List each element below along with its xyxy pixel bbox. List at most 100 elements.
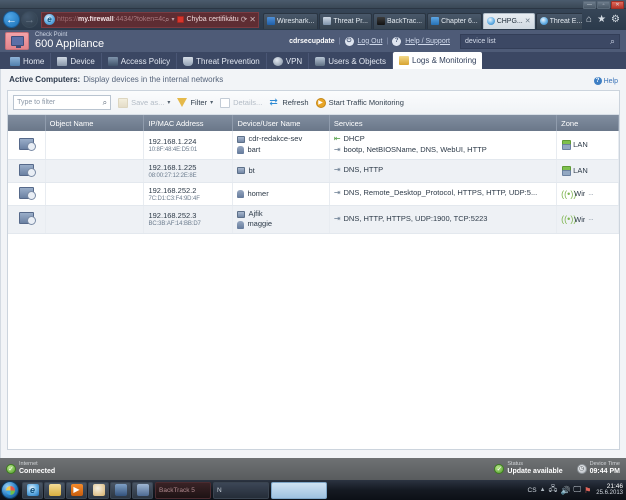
- browser-tab-chpg-active[interactable]: CHPG... ✕: [482, 12, 535, 29]
- status-internet[interactable]: ✓ Internet Connected: [6, 462, 55, 475]
- main-navigation-tabs: Home Device Access Policy Threat Prevent…: [0, 52, 626, 69]
- taskbar-window-backtrack[interactable]: BackTrack 5: [155, 481, 211, 499]
- column-header-icon[interactable]: [8, 115, 46, 131]
- show-hidden-icons-icon[interactable]: ▲: [540, 487, 546, 493]
- tab-label: Home: [23, 56, 45, 66]
- monitor-icon[interactable]: 🖵: [573, 485, 581, 495]
- maximize-button[interactable]: ▫: [597, 0, 610, 9]
- table-row[interactable]: 192.168.252.2 7C:D1:C3:F4:9D:4F homer ⇥ …: [8, 182, 619, 206]
- filter-button[interactable]: Filter ▾: [177, 98, 213, 107]
- refresh-icon[interactable]: ⟳: [241, 15, 248, 24]
- taskbar-clock[interactable]: 21:46 25.6.2013: [596, 483, 623, 497]
- user-entry: homer: [237, 189, 324, 200]
- wireless-icon: ((•)): [561, 188, 577, 199]
- tab-label: CHPG...: [496, 17, 523, 25]
- taskbar-paint[interactable]: [88, 481, 109, 499]
- status-device-time[interactable]: ◷ Device Time 09:44 PM: [576, 462, 620, 476]
- tab-users-objects[interactable]: Users & Objects: [309, 53, 393, 69]
- minimize-button[interactable]: —: [583, 0, 596, 9]
- start-traffic-monitoring-button[interactable]: ▶ Start Traffic Monitoring: [315, 97, 404, 108]
- tab-threat-prevention[interactable]: Threat Prevention: [177, 53, 267, 69]
- zone-value: ((•)) Wir ...: [561, 189, 614, 199]
- back-arrow-icon[interactable]: ←: [3, 11, 20, 28]
- close-icon[interactable]: ✕: [525, 17, 531, 25]
- column-header-object-name[interactable]: Object Name: [45, 115, 145, 131]
- gear-icon[interactable]: ⚙: [611, 14, 620, 25]
- favorites-star-icon[interactable]: ★: [597, 14, 606, 25]
- browser-tab-chapter6[interactable]: Chapter 6...: [427, 12, 482, 29]
- action-center-icon[interactable]: ⚑: [584, 486, 591, 495]
- taskbar-window-n[interactable]: N: [213, 481, 269, 499]
- stop-icon[interactable]: ✕: [249, 15, 256, 24]
- tab-device[interactable]: Device: [51, 53, 102, 69]
- help-support-link[interactable]: Help / Support: [405, 38, 450, 45]
- taskbar-internet-explorer[interactable]: e: [22, 481, 43, 499]
- inbound-arrow-icon: ⇤: [333, 134, 341, 143]
- taskbar-media-player[interactable]: ▶: [66, 481, 87, 499]
- taskbar-windows-explorer[interactable]: [44, 481, 65, 499]
- language-indicator[interactable]: CS: [528, 487, 537, 494]
- tab-home[interactable]: Home: [4, 53, 52, 69]
- windows-logo-icon: [5, 485, 15, 495]
- certificate-error-badge[interactable]: Chyba certifikátu: [177, 16, 239, 23]
- taskbar-window-active[interactable]: [271, 481, 327, 499]
- taskbar-virtualbox[interactable]: [110, 481, 131, 499]
- row-icon-cell: [8, 131, 46, 160]
- computer-info-icon: [18, 212, 36, 226]
- tab-label: Access Policy: [120, 56, 171, 66]
- close-button[interactable]: ✕: [611, 0, 624, 9]
- row-icon-cell: [8, 159, 46, 183]
- browser-tab-threat-prevention[interactable]: Threat Pr...: [319, 12, 372, 29]
- filter-input[interactable]: Type to filter ⌕: [13, 95, 112, 110]
- question-mark-icon: ?: [593, 77, 602, 85]
- paint-palette-icon: [92, 484, 105, 496]
- zone-value: LAN: [561, 165, 614, 176]
- cell-device-user: Ajfik maggie: [232, 205, 330, 234]
- help-link[interactable]: ? Help: [593, 77, 618, 85]
- details-button[interactable]: Details...: [220, 97, 262, 108]
- logout-link[interactable]: Log Out: [358, 38, 383, 45]
- table-header-row: Object Name IP/MAC Address Device/User N…: [8, 115, 619, 131]
- cell-object-name: [45, 159, 145, 183]
- volume-icon[interactable]: 🔊: [560, 486, 570, 495]
- cell-ip-mac: 192.168.252.3 BC:3B:AF:14:BB:D7: [143, 205, 234, 234]
- table-row[interactable]: 192.168.1.224 10:8F:48:4E:D5:01 cdr-reda…: [8, 131, 619, 160]
- browser-toolbar-icons: ⌂ ★ ⚙: [586, 14, 620, 25]
- tab-access-policy[interactable]: Access Policy: [102, 53, 178, 69]
- tab-label: Wireshark...: [277, 17, 315, 25]
- table-row[interactable]: 192.168.1.225 08:00:27:12:2E:8E bt ⇥ DNS…: [8, 159, 619, 183]
- media-player-icon: ▶: [70, 484, 83, 496]
- network-icon[interactable]: 🖧: [549, 483, 558, 497]
- service-text: DNS, HTTP, HTTPS, UDP:1900, TCP:5223: [343, 213, 488, 223]
- status-update[interactable]: ✓ Status Update available: [494, 462, 563, 475]
- refresh-button[interactable]: ⇄ Refresh: [269, 97, 308, 108]
- column-header-services[interactable]: Services: [329, 115, 558, 131]
- details-icon: [220, 97, 231, 108]
- search-icon[interactable]: ⌕: [103, 98, 107, 108]
- save-as-button[interactable]: Save as... ▾: [118, 97, 170, 108]
- table-row[interactable]: 192.168.252.3 BC:3B:AF:14:BB:D7 Ajfik ma…: [8, 205, 619, 234]
- tab-vpn[interactable]: VPN: [267, 53, 310, 69]
- title-bar[interactable]: — ▫ ✕: [0, 0, 626, 9]
- search-icon[interactable]: ⌕: [165, 15, 169, 25]
- service-line: ⇥ DNS, HTTP, HTTPS, UDP:1900, TCP:5223: [334, 214, 552, 225]
- start-button[interactable]: [1, 481, 19, 499]
- funnel-icon: [177, 98, 188, 107]
- browser-tab-threat-emulation[interactable]: Threat E...: [535, 12, 583, 29]
- browser-tab-backtrack[interactable]: BackTrac...: [372, 12, 427, 29]
- address-bar[interactable]: e https://my.firewall:4434/?token=4c3c1b…: [41, 11, 259, 28]
- separator: |: [338, 37, 341, 45]
- column-header-zone[interactable]: Zone: [556, 115, 619, 131]
- url-scheme: https://: [57, 16, 79, 23]
- browser-tab-wireshark[interactable]: Wireshark...: [263, 12, 319, 29]
- global-search-input[interactable]: device list ⌕: [460, 33, 620, 49]
- tab-logs-monitoring[interactable]: Logs & Monitoring: [393, 52, 483, 69]
- column-header-ip-mac[interactable]: IP/MAC Address: [143, 115, 234, 131]
- taskbar-remote-desktop[interactable]: [132, 481, 153, 499]
- search-icon[interactable]: ⌕: [610, 36, 615, 47]
- status-device-time-text: Device Time 09:44 PM: [590, 462, 620, 476]
- column-header-device-user[interactable]: Device/User Name: [232, 115, 330, 131]
- forward-arrow-icon[interactable]: →: [21, 11, 38, 28]
- home-icon[interactable]: ⌂: [586, 14, 592, 25]
- chevron-down-icon[interactable]: ▾: [171, 16, 174, 23]
